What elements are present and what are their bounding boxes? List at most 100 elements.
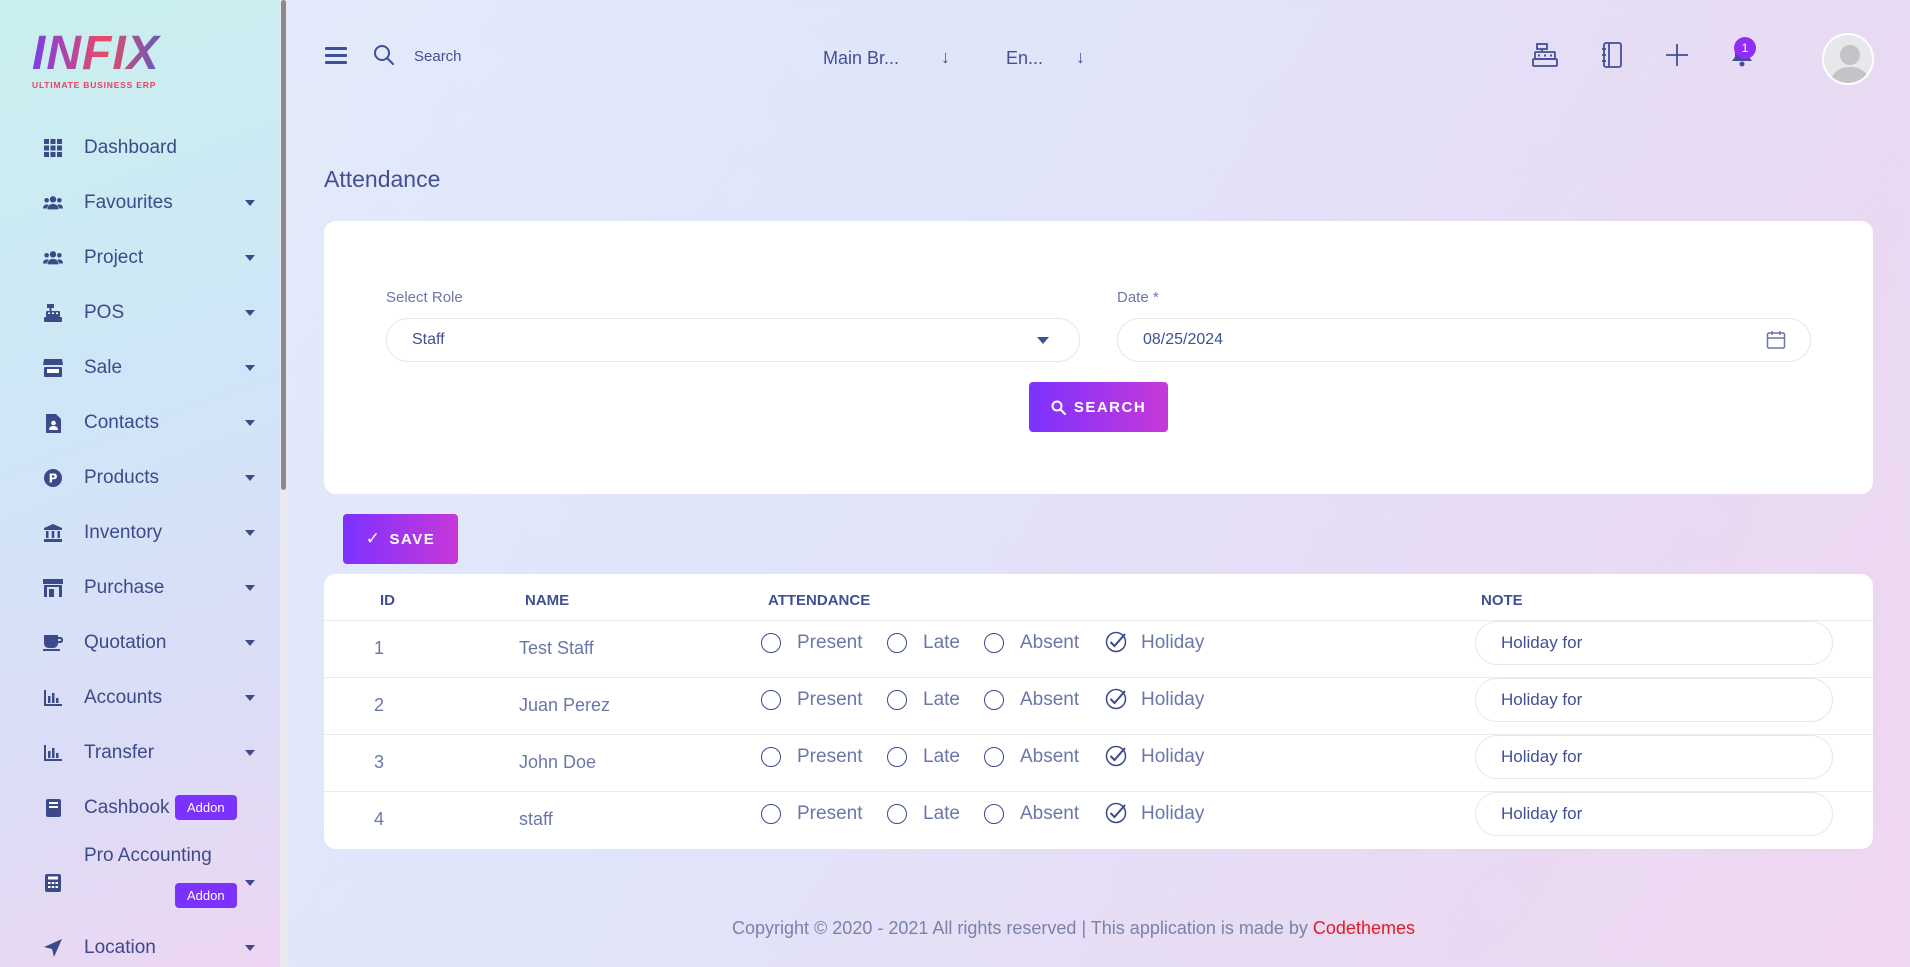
option-label: Present — [797, 746, 863, 767]
option-label: Late — [923, 632, 960, 653]
late-radio[interactable] — [887, 747, 907, 767]
absent-radio[interactable] — [984, 804, 1004, 824]
holiday-checked-radio[interactable] — [1105, 631, 1127, 653]
search-input[interactable]: Search — [414, 48, 462, 65]
note-input[interactable]: Holiday for — [1475, 735, 1833, 779]
page-title: Attendance — [324, 166, 441, 192]
sidebar-item-sale[interactable]: Sale — [0, 348, 280, 388]
option-label: Absent — [1020, 689, 1080, 710]
filter-card: Select Role Staff Date * 08/25/2024 SEAR… — [324, 221, 1873, 494]
arrow-down-icon[interactable]: ↓ — [1076, 47, 1085, 68]
notebook-icon[interactable] — [1597, 40, 1627, 70]
logo-name: INFIX — [32, 30, 177, 78]
sidebar-item-label: Accounts — [84, 687, 163, 708]
note-value: Holiday for — [1501, 747, 1583, 766]
caret-down-icon — [245, 585, 255, 591]
caret-down-icon — [245, 695, 255, 701]
note-input[interactable]: Holiday for — [1475, 678, 1833, 722]
sidebar-item-inventory[interactable]: Inventory — [0, 513, 280, 553]
branch-select[interactable]: Main Br... — [823, 48, 899, 69]
row-name: Juan Perez — [519, 695, 611, 715]
sidebar-item-purchase[interactable]: Purchase — [0, 568, 280, 608]
role-select[interactable]: Staff — [386, 318, 1080, 362]
caret-down-icon — [245, 310, 255, 316]
table-row: 1 Test Staff Present Late Absent Holiday… — [324, 620, 1873, 677]
addon-badge: Addon — [175, 883, 237, 908]
holiday-checked-radio[interactable] — [1105, 802, 1127, 824]
app-logo[interactable]: INFIX ULTIMATE BUSINESS ERP — [32, 30, 177, 94]
table-row: 2 Juan Perez Present Late Absent Holiday… — [324, 677, 1873, 734]
caret-down-icon — [245, 255, 255, 261]
sidebar-scrollbar[interactable] — [280, 0, 287, 967]
sidebar-item-label: Cashbook — [84, 797, 170, 818]
sidebar-item-contacts[interactable]: Contacts — [0, 403, 280, 443]
option-label: Present — [797, 803, 863, 824]
holiday-checked-radio[interactable] — [1105, 745, 1127, 767]
present-radio[interactable] — [761, 747, 781, 767]
cup-icon — [43, 633, 63, 653]
present-radio[interactable] — [761, 633, 781, 653]
footer-brand-link[interactable]: Codethemes — [1313, 918, 1415, 938]
date-label: Date * — [1117, 289, 1159, 306]
caret-down-icon — [245, 200, 255, 206]
sidebar-item-transfer[interactable]: Transfer — [0, 733, 280, 773]
bank-icon — [43, 523, 63, 543]
caret-down-icon — [1037, 337, 1049, 344]
holiday-checked-radio[interactable] — [1105, 688, 1127, 710]
sidebar-item-label: Favourites — [84, 192, 173, 213]
absent-radio[interactable] — [984, 633, 1004, 653]
save-button[interactable]: ✓ SAVE — [343, 514, 458, 564]
present-radio[interactable] — [761, 690, 781, 710]
column-header-id: ID — [380, 592, 395, 609]
date-field[interactable]: 08/25/2024 — [1117, 318, 1811, 362]
late-radio[interactable] — [887, 690, 907, 710]
column-header-attendance: ATTENDANCE — [768, 592, 871, 609]
late-radio[interactable] — [887, 804, 907, 824]
absent-radio[interactable] — [984, 690, 1004, 710]
note-input[interactable]: Holiday for — [1475, 792, 1833, 836]
note-value: Holiday for — [1501, 804, 1583, 823]
late-radio[interactable] — [887, 633, 907, 653]
plus-icon[interactable] — [1662, 40, 1692, 70]
option-label: Holiday — [1141, 689, 1205, 710]
option-label: Late — [923, 803, 960, 824]
search-button[interactable]: SEARCH — [1029, 382, 1168, 432]
sidebar-item-label: POS — [84, 302, 125, 323]
sidebar-item-cashbook[interactable]: Cashbook Addon — [0, 788, 280, 828]
row-id: 4 — [374, 809, 385, 829]
calendar-icon[interactable] — [1766, 330, 1786, 355]
sidebar-item-label: Location — [84, 937, 156, 958]
sidebar-item-pos[interactable]: POS — [0, 293, 280, 333]
sidebar-item-pro-accounting[interactable]: Pro Accounting Addon — [0, 843, 280, 923]
row-id: 1 — [374, 638, 385, 658]
search-icon[interactable] — [373, 44, 395, 71]
save-button-label: SAVE — [389, 530, 436, 548]
scrollbar-thumb[interactable] — [281, 0, 286, 490]
language-select[interactable]: En... — [1006, 48, 1043, 69]
present-radio[interactable] — [761, 804, 781, 824]
avatar[interactable] — [1822, 33, 1874, 85]
absent-radio[interactable] — [984, 747, 1004, 767]
pos-register-icon[interactable] — [1530, 40, 1560, 70]
sidebar-item-label: Purchase — [84, 577, 165, 598]
bar-chart-icon — [43, 743, 63, 763]
sidebar-item-dashboard[interactable]: Dashboard — [0, 128, 280, 168]
top-bar: Search Main Br... ↓ En... ↓ 1 — [287, 0, 1910, 115]
sidebar-item-location[interactable]: Location — [0, 928, 280, 967]
sidebar-item-products[interactable]: P Products — [0, 458, 280, 498]
row-id: 2 — [374, 695, 385, 715]
note-input[interactable]: Holiday for — [1475, 621, 1833, 665]
option-label: Holiday — [1141, 632, 1205, 653]
attendance-table: ID NAME ATTENDANCE NOTE 1 Test Staff Pre… — [324, 574, 1873, 849]
sidebar-item-accounts[interactable]: Accounts — [0, 678, 280, 718]
location-arrow-icon — [43, 938, 63, 958]
sidebar-item-project[interactable]: Project — [0, 238, 280, 278]
sidebar-item-label: Dashboard — [84, 137, 177, 158]
sidebar-item-favourites[interactable]: Favourites — [0, 183, 280, 223]
date-value: 08/25/2024 — [1143, 331, 1224, 348]
arrow-down-icon[interactable]: ↓ — [941, 47, 950, 68]
users-icon — [43, 248, 63, 268]
menu-toggle-icon[interactable] — [325, 47, 347, 65]
option-label: Holiday — [1141, 803, 1205, 824]
sidebar-item-quotation[interactable]: Quotation — [0, 623, 280, 663]
